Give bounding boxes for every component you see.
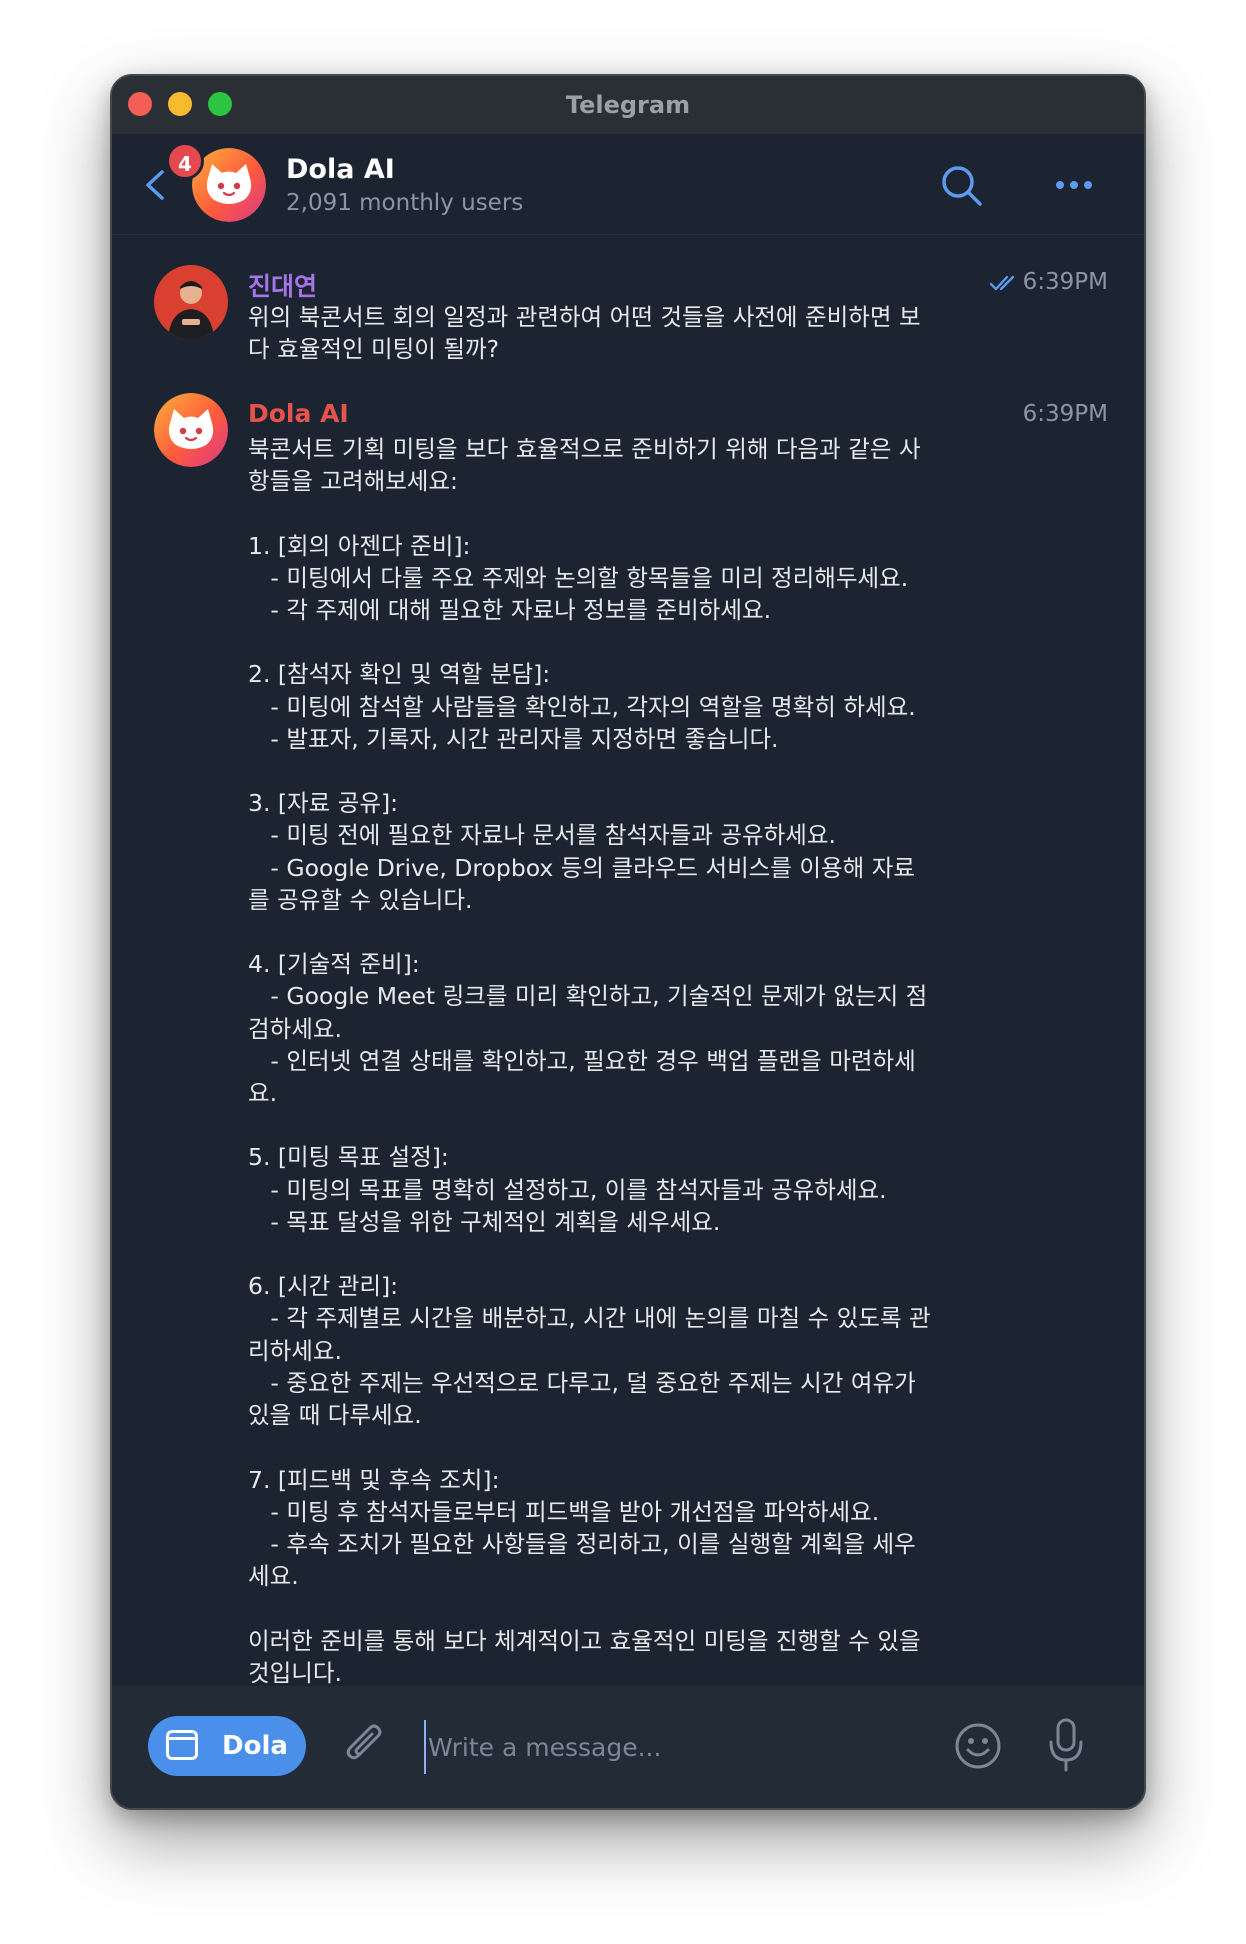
message-time: 6:39PM xyxy=(989,269,1108,295)
bot-avatar[interactable] xyxy=(154,393,228,467)
user-photo-icon xyxy=(154,265,228,339)
emoji-icon xyxy=(955,1723,1001,1769)
search-icon xyxy=(942,166,982,206)
chat-subtitle: 2,091 monthly users xyxy=(286,190,524,216)
chat-header: 4 Dola AI 2,091 monthly users xyxy=(112,134,1144,235)
double-check-icon xyxy=(989,275,1014,290)
dola-bot-button[interactable]: Dola xyxy=(148,1716,306,1776)
telegram-window: Telegram 4 Dola AI 2,091 monthly users 진… xyxy=(110,74,1146,1810)
message-input[interactable] xyxy=(424,1720,990,1774)
microphone-icon xyxy=(1049,1718,1083,1772)
message-text: 북콘서트 기획 미팅을 보다 효율적으로 준비하기 위해 다음과 같은 사 항들… xyxy=(248,435,931,1687)
message-time: 6:39PM xyxy=(1022,401,1108,427)
search-button[interactable] xyxy=(940,164,984,208)
attach-icon xyxy=(346,1724,382,1760)
message-list[interactable]: 진대연 6:39PM 위의 북콘서트 회의 일정과 관련하여 어떤 것들을 사전… xyxy=(112,235,1144,1687)
chat-title[interactable]: Dola AI xyxy=(286,154,395,185)
voice-message-button[interactable] xyxy=(1046,1716,1086,1774)
back-button[interactable] xyxy=(142,168,168,202)
message-time-label: 6:39PM xyxy=(1022,269,1108,295)
back-arrow-icon xyxy=(146,170,164,200)
dola-bot-label: Dola xyxy=(222,1731,288,1761)
attach-button[interactable] xyxy=(342,1722,388,1770)
message-sender[interactable]: 진대연 xyxy=(248,267,317,303)
emoji-button[interactable] xyxy=(952,1720,1004,1772)
message-sender[interactable]: Dola AI xyxy=(248,399,349,428)
more-icon xyxy=(1056,181,1092,189)
window-icon xyxy=(166,1730,198,1760)
unread-badge: 4 xyxy=(166,142,204,180)
message-text: 위의 북콘서트 회의 일정과 관련하여 어떤 것들을 사전에 준비하면 보 다 … xyxy=(248,303,921,364)
dola-cat-logo-icon xyxy=(154,393,228,467)
message-composer: Dola xyxy=(112,1686,1144,1808)
window-title: Telegram xyxy=(565,91,691,119)
title-bar: Telegram xyxy=(112,76,1144,134)
more-options-button[interactable] xyxy=(1052,168,1096,202)
user-avatar[interactable] xyxy=(154,265,228,339)
